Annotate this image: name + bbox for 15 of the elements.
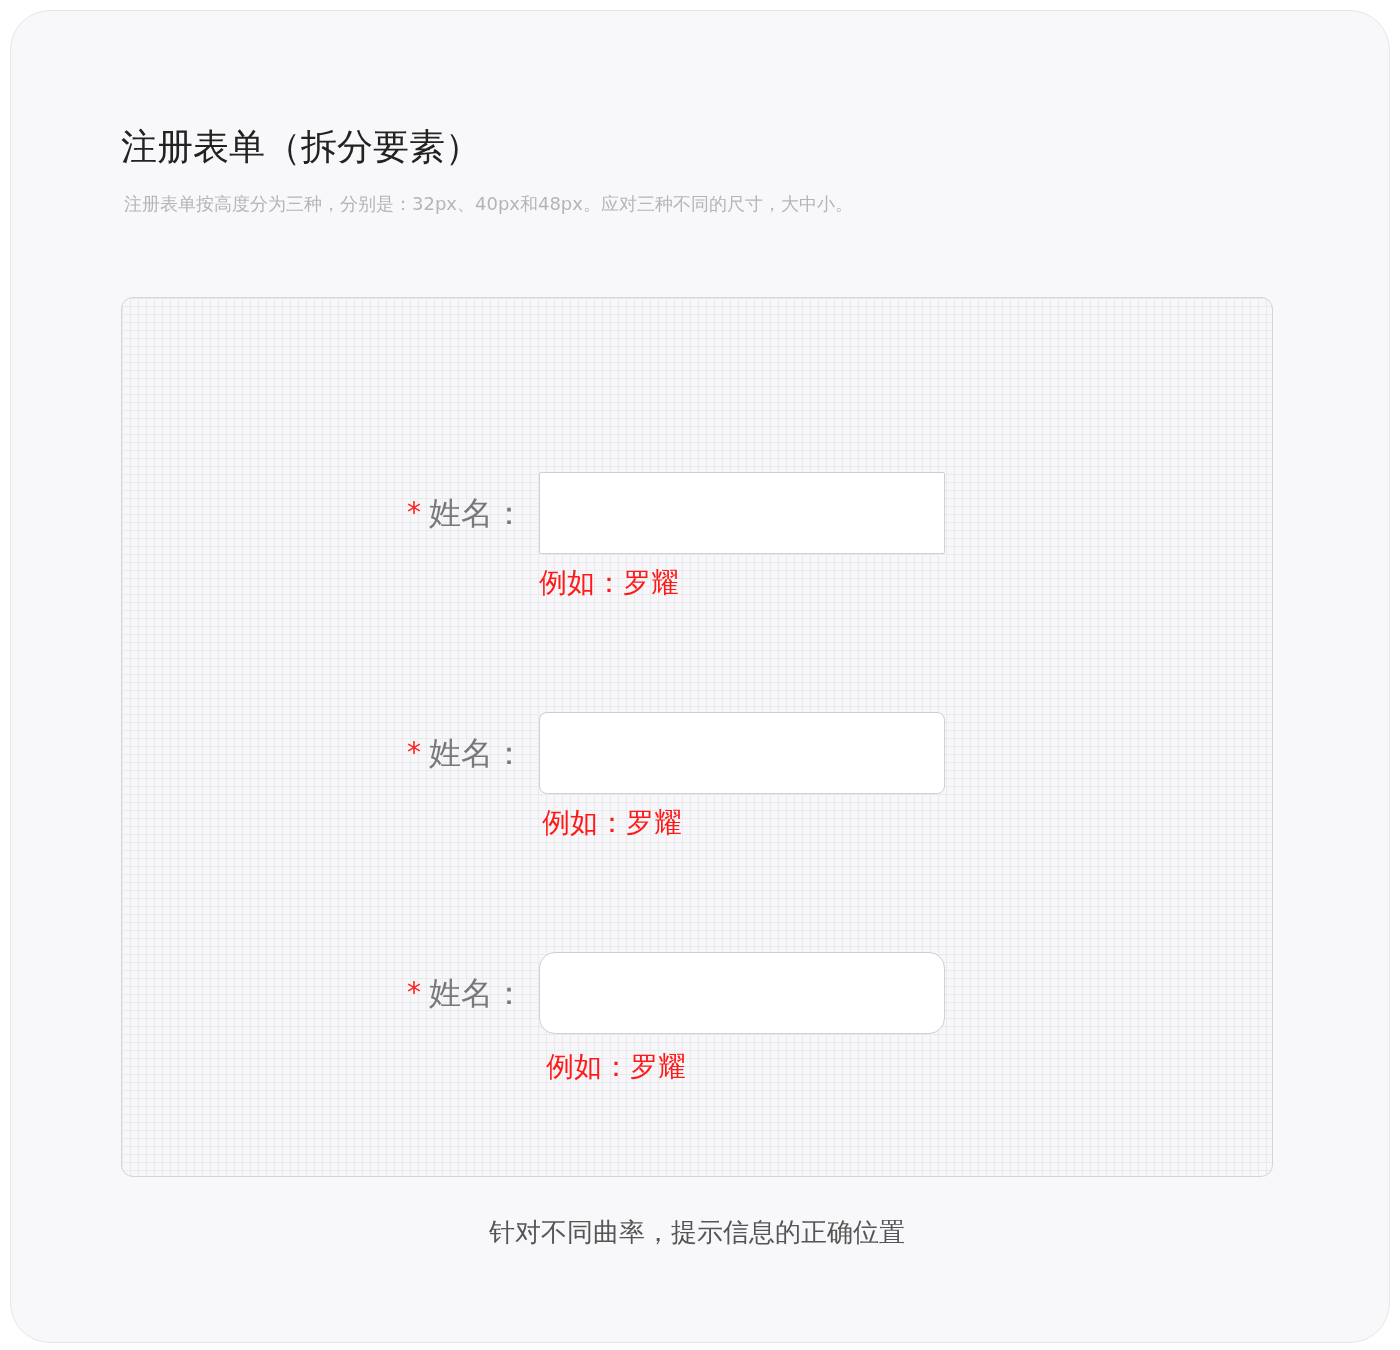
- name-input[interactable]: [539, 712, 945, 794]
- required-asterisk: *: [407, 739, 421, 767]
- example-hint: 例如：罗耀: [539, 566, 679, 599]
- required-asterisk: *: [407, 499, 421, 527]
- field-label: 姓名：: [429, 737, 525, 769]
- name-input[interactable]: [539, 472, 945, 554]
- caption: 针对不同曲率，提示信息的正确位置: [488, 1216, 906, 1249]
- field-label: 姓名：: [429, 497, 525, 529]
- required-asterisk: *: [407, 979, 421, 1007]
- page-description: 注册表单按高度分为三种，分别是：32px、40px和48px。应对三种不同的尺寸，大中小。: [124, 192, 854, 216]
- example-hint: 例如：罗耀: [542, 806, 682, 839]
- page-title: 注册表单（拆分要素）: [121, 125, 482, 169]
- field-label: 姓名：: [429, 977, 525, 1009]
- example-hint: 例如：罗耀: [546, 1050, 686, 1083]
- name-input[interactable]: [539, 952, 945, 1034]
